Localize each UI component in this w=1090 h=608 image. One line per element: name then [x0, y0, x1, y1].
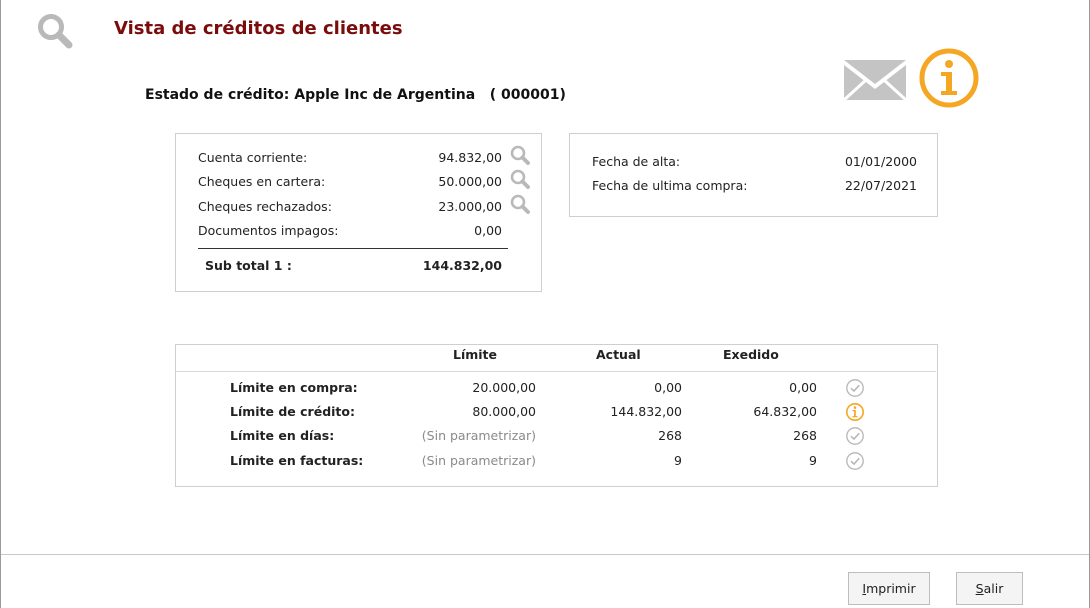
column-header-actual: Actual [596, 347, 641, 362]
check-circle-icon [846, 427, 864, 445]
date-value: 22/07/2021 [844, 178, 917, 193]
balance-row: Cuenta corriente: 94.832,00 [198, 148, 508, 168]
print-label: mprimir [866, 581, 916, 596]
info-icon[interactable] [918, 47, 980, 109]
subtotal-label: Sub total 1 : [205, 258, 292, 273]
limit-label: Límite de crédito: [230, 404, 355, 419]
table-header-divider [176, 371, 936, 372]
limit-label: Límite en facturas: [230, 453, 364, 468]
check-circle-icon [846, 452, 864, 470]
page-title: Vista de créditos de clientes [114, 18, 403, 39]
limit-value: 20.000,00 [472, 380, 536, 395]
search-icon [38, 14, 73, 49]
balance-label: Cuenta corriente: [198, 150, 308, 165]
print-button[interactable]: Imprimir [848, 572, 930, 605]
magnifier-icon[interactable] [509, 193, 531, 215]
balance-value: 23.000,00 [438, 199, 502, 214]
footer-divider [1, 554, 1089, 555]
exceeded-value: 64.832,00 [753, 404, 817, 419]
mail-icon[interactable] [842, 56, 908, 102]
exit-accel-key: S [975, 581, 984, 596]
magnifier-icon[interactable] [509, 168, 531, 190]
subtotal-divider [198, 248, 508, 249]
balance-row: Cheques rechazados: 23.000,00 [198, 197, 508, 217]
actual-value: 9 [674, 453, 682, 468]
subtotal-value: 144.832,00 [422, 258, 502, 273]
column-header-exceeded: Exedido [723, 347, 779, 362]
actual-value: 268 [658, 428, 682, 443]
limit-label: Límite en días: [230, 428, 335, 443]
limit-label: Límite en compra: [230, 380, 358, 395]
customer-credit-status: Estado de crédito: Apple Inc de Argentin… [145, 87, 566, 103]
balance-label: Cheques rechazados: [198, 199, 332, 214]
actual-value: 144.832,00 [610, 404, 682, 419]
balance-value: 94.832,00 [438, 150, 502, 165]
date-label: Fecha de alta: [592, 154, 681, 169]
window-border-left [0, 0, 1, 608]
balance-label: Documentos impagos: [198, 223, 339, 238]
balance-row: Cheques en cartera: 50.000,00 [198, 172, 508, 192]
column-header-limit: Límite [453, 347, 498, 362]
balance-row: Documentos impagos: 0,00 [198, 221, 508, 241]
balance-value: 0,00 [474, 223, 502, 238]
limit-value: 80.000,00 [472, 404, 536, 419]
balance-value: 50.000,00 [438, 174, 502, 189]
actual-value: 0,00 [654, 380, 682, 395]
date-row: Fecha de alta: 01/01/2000 [592, 152, 917, 172]
exceeded-value: 268 [793, 428, 817, 443]
limit-value: (Sin parametrizar) [421, 428, 536, 443]
exit-label: alir [983, 581, 1004, 596]
warning-info-icon [846, 403, 864, 421]
exceeded-value: 9 [809, 453, 817, 468]
exceeded-value: 0,00 [789, 380, 817, 395]
exit-button[interactable]: Salir [956, 572, 1023, 605]
date-label: Fecha de ultima compra: [592, 178, 748, 193]
dates-panel [569, 133, 938, 217]
balance-label: Cheques en cartera: [198, 174, 326, 189]
limit-value: (Sin parametrizar) [421, 453, 536, 468]
date-row: Fecha de ultima compra: 22/07/2021 [592, 176, 917, 196]
check-circle-icon [846, 379, 864, 397]
date-value: 01/01/2000 [844, 154, 917, 169]
magnifier-icon[interactable] [509, 144, 531, 166]
